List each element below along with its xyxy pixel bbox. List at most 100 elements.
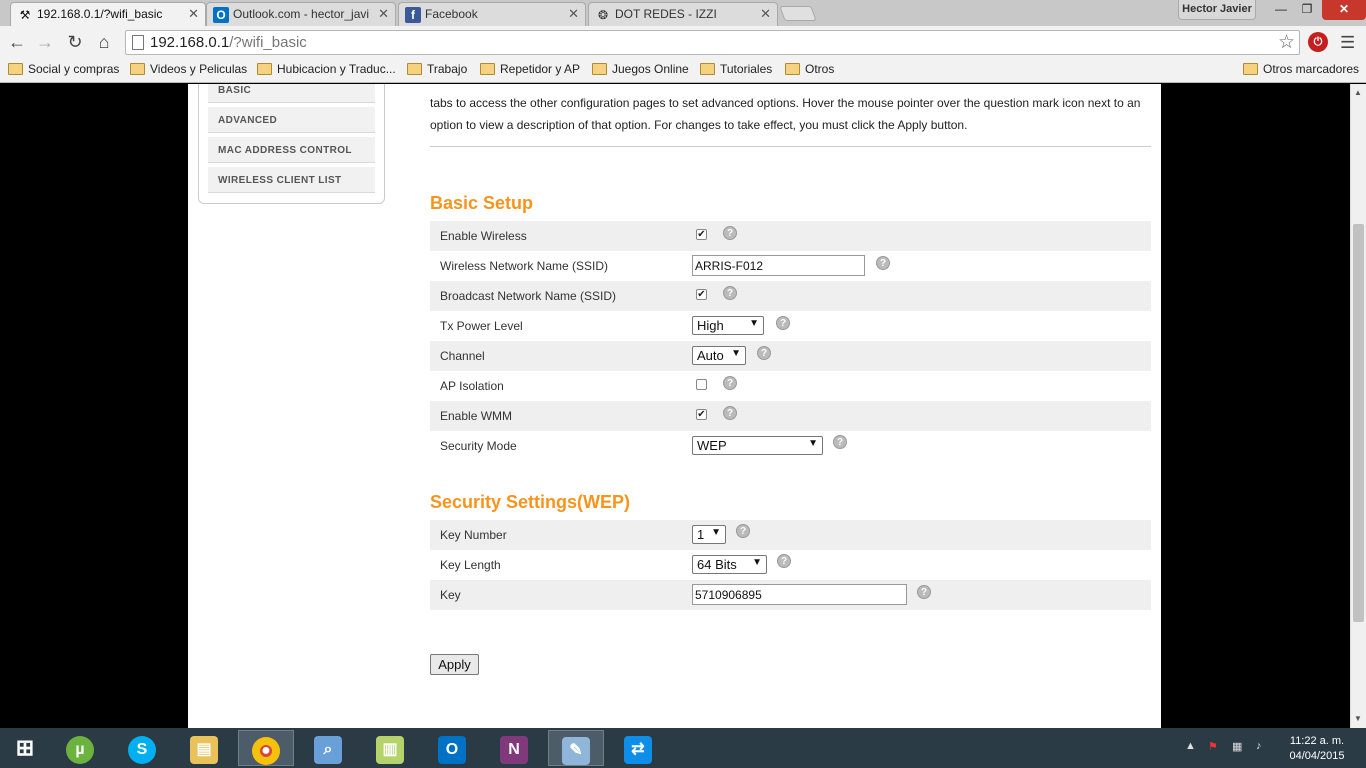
paint-glyph: ✎: [562, 737, 590, 765]
bookmark-star-icon[interactable]: ☆: [1278, 31, 1295, 54]
apply-button[interactable]: Apply: [430, 654, 479, 675]
ap-isolation-checkbox[interactable]: [696, 379, 707, 390]
skype-icon[interactable]: S: [114, 730, 170, 766]
folder-icon: [407, 63, 422, 75]
close-icon[interactable]: ✕: [760, 6, 771, 22]
menu-item-wireless-client-list[interactable]: WIRELESS CLIENT LIST: [208, 167, 375, 193]
bookmark-folder[interactable]: Otros: [785, 62, 834, 76]
help-icon[interactable]: ?: [776, 316, 790, 330]
flag-icon[interactable]: ⚑: [1208, 740, 1218, 753]
chrome-icon[interactable]: ●: [238, 730, 294, 766]
bookmark-folder[interactable]: Tutoriales: [700, 62, 772, 76]
utorrent-icon[interactable]: µ: [52, 730, 108, 766]
tab-facebook[interactable]: f Facebook ✕: [398, 2, 586, 26]
key-length-select[interactable]: 64 Bits ▼: [692, 555, 767, 574]
bookmarks-bar: Social y compras Videos y Peliculas Hubi…: [0, 59, 1366, 83]
help-icon[interactable]: ?: [723, 406, 737, 420]
close-icon[interactable]: ✕: [568, 6, 579, 22]
field-label: Key Number: [440, 528, 507, 542]
field-label: Key: [440, 588, 461, 602]
minimize-button[interactable]: —: [1268, 0, 1294, 20]
security-mode-select[interactable]: WEP ▼: [692, 436, 823, 455]
reload-button[interactable]: ↻: [64, 31, 86, 53]
network-tool-icon[interactable]: ⌕: [300, 730, 356, 766]
forward-button[interactable]: →: [34, 31, 56, 53]
help-icon[interactable]: ?: [723, 286, 737, 300]
enable-wmm-checkbox[interactable]: ✔: [696, 409, 707, 420]
security-settings-title: Security Settings(WEP): [430, 492, 631, 512]
profile-button[interactable]: Hector Javier: [1178, 0, 1256, 20]
clock-date: 04/04/2015: [1289, 750, 1345, 762]
ssid-input[interactable]: ARRIS-F012: [692, 255, 865, 276]
bookmark-folder[interactable]: Hubicacion y Traduc...: [257, 62, 396, 76]
bookmark-label: Videos y Peliculas: [150, 62, 248, 76]
back-button[interactable]: ←: [6, 31, 28, 53]
help-icon[interactable]: ?: [723, 226, 737, 240]
home-button[interactable]: ⌂: [93, 31, 115, 53]
help-icon[interactable]: ?: [736, 524, 750, 538]
tab-title: Facebook: [425, 7, 478, 21]
key-number-select[interactable]: 1 ▼: [692, 525, 726, 544]
close-window-button[interactable]: ✕: [1322, 0, 1366, 20]
scrollbar-thumb[interactable]: [1353, 224, 1364, 622]
paint-icon[interactable]: ✎: [548, 730, 604, 766]
bookmark-label: Otros marcadores: [1263, 62, 1360, 76]
folder-icon: [592, 63, 607, 75]
help-icon[interactable]: ?: [723, 376, 737, 390]
system-clock[interactable]: 11:22 a. m. 04/04/2015: [1283, 734, 1351, 764]
enable-wmm-row: Enable WMM ✔ ?: [430, 401, 1151, 431]
address-bar[interactable]: 192.168.0.1/?wifi_basic ☆: [125, 30, 1300, 55]
menu-item-mac-address-control[interactable]: MAC ADDRESS CONTROL: [208, 137, 375, 163]
menu-icon[interactable]: ☰: [1340, 33, 1355, 53]
onenote-icon[interactable]: N: [486, 730, 542, 766]
router-page: BASIC ADVANCED MAC ADDRESS CONTROL WIREL…: [188, 84, 1161, 728]
bookmark-folder[interactable]: Juegos Online: [592, 62, 689, 76]
bookmark-folder[interactable]: Social y compras: [8, 62, 119, 76]
field-label: Broadcast Network Name (SSID): [440, 289, 617, 303]
enable-wireless-checkbox[interactable]: ✔: [696, 229, 707, 240]
scroll-up-icon[interactable]: ▲: [1354, 88, 1362, 97]
tx-power-select[interactable]: High ▼: [692, 316, 764, 335]
close-icon[interactable]: ✕: [188, 6, 199, 22]
volume-icon[interactable]: ♪: [1256, 740, 1262, 752]
new-tab-button[interactable]: [779, 6, 817, 21]
bookmark-folder[interactable]: Repetidor y AP: [480, 62, 580, 76]
file-explorer-icon[interactable]: ▤: [176, 730, 232, 766]
wep-key-input[interactable]: 5710906895: [692, 584, 907, 605]
title-bar: ⚒ 192.168.0.1/?wifi_basic ✕ O Outlook.co…: [0, 0, 1366, 26]
outlook-icon: O: [213, 7, 229, 23]
url-path: /?wifi_basic: [229, 34, 307, 51]
channel-select[interactable]: Auto ▼: [692, 346, 746, 365]
extension-icon[interactable]: ⏻: [1308, 32, 1328, 52]
clock-time: 11:22 a. m.: [1289, 735, 1345, 747]
page-scrollbar[interactable]: ▲ ▼: [1350, 84, 1366, 728]
menu-item-basic[interactable]: BASIC: [208, 84, 375, 103]
facebook-icon: f: [405, 7, 421, 23]
bookmark-folder[interactable]: Trabajo: [407, 62, 467, 76]
tab-dot-redes[interactable]: ❂ DOT REDES - IZZI ✕: [588, 2, 778, 26]
tab-router[interactable]: ⚒ 192.168.0.1/?wifi_basic ✕: [10, 2, 206, 26]
bookmark-folder[interactable]: Videos y Peliculas: [130, 62, 247, 76]
tab-outlook[interactable]: O Outlook.com - hector_javi ✕: [206, 2, 396, 26]
broadcast-ssid-checkbox[interactable]: ✔: [696, 289, 707, 300]
windows-start-icon[interactable]: ⊞: [0, 730, 50, 766]
scroll-down-icon[interactable]: ▼: [1354, 714, 1362, 723]
outlook-taskbar-icon[interactable]: O: [424, 730, 480, 766]
close-icon[interactable]: ✕: [378, 6, 389, 22]
help-icon[interactable]: ?: [917, 585, 931, 599]
help-icon[interactable]: ?: [876, 256, 890, 270]
broadcast-row: Broadcast Network Name (SSID) ✔ ?: [430, 281, 1151, 311]
other-bookmarks[interactable]: Otros marcadores: [1243, 62, 1359, 76]
help-icon[interactable]: ?: [833, 435, 847, 449]
menu-item-advanced[interactable]: ADVANCED: [208, 107, 375, 133]
help-icon[interactable]: ?: [757, 346, 771, 360]
restore-button[interactable]: ❐: [1294, 0, 1320, 20]
network-icon[interactable]: ▦: [1232, 740, 1242, 753]
folder-icon: [257, 63, 272, 75]
tray-expand-icon[interactable]: ▲: [1185, 740, 1196, 752]
help-icon[interactable]: ?: [777, 554, 791, 568]
teamviewer-icon[interactable]: ⇄: [610, 730, 666, 766]
file-manager-icon[interactable]: ▥: [362, 730, 418, 766]
url-host: 192.168.0.1: [150, 34, 230, 51]
folder-icon: [700, 63, 715, 75]
